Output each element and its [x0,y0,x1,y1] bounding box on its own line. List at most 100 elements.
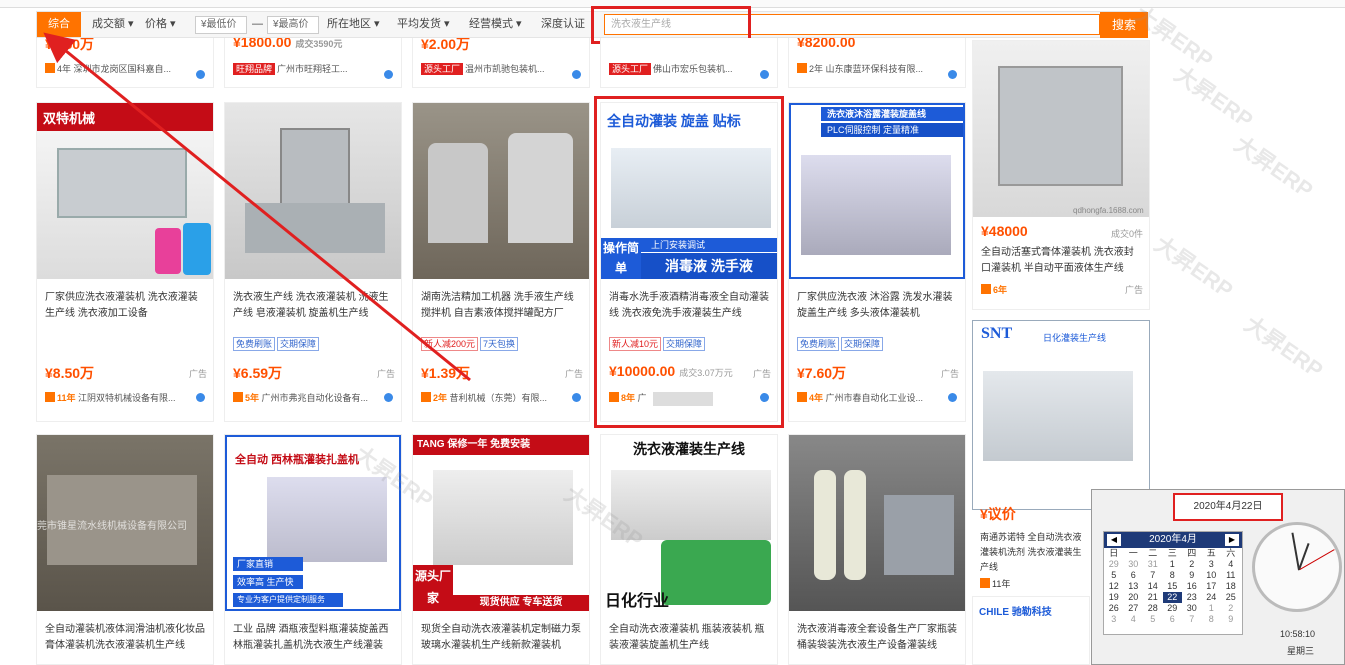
product-card[interactable]: 全自动 西林瓶灌装扎盖机 厂家直销 效率高 生产快 专业为客户提供定制服务 工业… [224,434,402,665]
search-button[interactable]: 搜索 [1100,12,1148,38]
chat-icon[interactable] [384,70,393,79]
calendar-day[interactable]: 30 [1182,603,1202,614]
calendar-day[interactable]: 28 [1143,603,1163,614]
filter-delivery[interactable]: 平均发货 ▾ [397,12,450,37]
calendar-day[interactable]: 2 [1182,559,1202,570]
shop-name[interactable]: 广州市弗兆自动化设备有... [262,393,369,403]
calendar-day[interactable]: 31 [1143,559,1163,570]
calendar-day[interactable]: 13 [1124,581,1144,592]
shop-name[interactable]: 江阴双特机械设备有限... [78,393,176,403]
product-title[interactable]: 消毒水洗手液酒精消毒液全自动灌装线 洗衣液免洗手液灌装生产线 [601,279,777,337]
chat-icon[interactable] [196,393,205,402]
calendar-day[interactable]: 8 [1202,614,1222,625]
calendar-day[interactable]: 3 [1104,614,1124,625]
product-card-highlighted[interactable]: 全自动灌装 旋盖 贴标 操作简单 上门安装调试 消毒液 洗手液 消毒水洗手液酒精… [600,102,778,422]
calendar-day[interactable]: 6 [1163,614,1183,625]
calendar-day[interactable]: 5 [1143,614,1163,625]
product-title[interactable]: 洗衣液消毒液全套设备生产厂家瓶装桶装袋装洗衣液生产设备灌装线 [789,611,965,664]
calendar-day[interactable]: 29 [1163,603,1183,614]
filter-region[interactable]: 所在地区 ▾ [327,12,380,37]
calendar-day[interactable]: 11 [1221,570,1241,581]
calendar-day[interactable]: 4 [1221,559,1241,570]
prev-month-button[interactable]: ◀ [1107,534,1121,546]
calendar-day[interactable]: 7 [1143,570,1163,581]
product-title[interactable]: 南通苏诺特 全自动洗衣液灌装机洗剂 洗衣液灌装生产线 [980,530,1090,575]
product-title[interactable]: 厂家供应洗衣液灌装机 洗衣液灌装生产线 洗衣液加工设备 [37,279,213,337]
shop-name[interactable]: 4年 深圳市龙岗区国科嘉自... [57,64,171,74]
product-info[interactable]: ¥议价 南通苏诺特 全自动洗衣液灌装机洗剂 洗衣液灌装生产线 11年 [980,504,1090,590]
shop-name[interactable]: 昔利机械（东莞）有限... [450,393,548,403]
shop-name[interactable]: 2年 山东康蓝环保科技有限... [809,64,923,74]
product-card[interactable]: 湖南洗洁精加工机器 洗手液生产线搅拌机 自吉素液体搅拌罐配方厂 新人减200元 7… [412,102,590,422]
shop-name[interactable]: 广州市旺翔轻工... [277,64,348,74]
chat-icon[interactable] [384,393,393,402]
product-image[interactable]: 洗衣液沐浴露灌装旋盖线 PLC伺服控制 定量精准 [789,103,965,279]
product-card-partial[interactable]: CHILE 驰勒科技 [972,596,1090,665]
shop-name[interactable]: 温州市凯驰包装机... [465,64,545,74]
calendar-day[interactable]: 12 [1104,581,1124,592]
chat-icon[interactable] [572,393,581,402]
product-card[interactable]: 洗衣液沐浴露灌装旋盖线 PLC伺服控制 定量精准 厂家供应洗衣液 沐浴露 洗发水… [788,102,966,422]
top-card-3[interactable]: ¥2.00万 源头工厂 温州市凯驰包装机... [412,38,590,88]
product-image[interactable]: 莞市锥星流水线机械设备有限公司 [37,435,213,611]
product-card[interactable]: TANG 保修一年 免费安装 源头厂家 现货供应 专车送货 现货全自动洗衣液灌装… [412,434,590,665]
product-image[interactable]: 全自动灌装 旋盖 贴标 操作简单 上门安装调试 消毒液 洗手液 [601,103,777,279]
chat-icon[interactable] [760,393,769,402]
min-price-input[interactable]: ¥最低价 [195,16,247,34]
calendar-day[interactable]: 30 [1124,559,1144,570]
product-title[interactable]: 厂家供应洗衣液 沐浴露 洗发水灌装旋盖生产线 多头液体灌装机 [789,279,965,337]
chat-icon[interactable] [196,70,205,79]
calendar-day[interactable]: 4 [1124,614,1144,625]
calendar-day[interactable]: 19 [1104,592,1124,603]
calendar-day[interactable]: 8 [1163,570,1183,581]
product-image[interactable]: 全自动 西林瓶灌装扎盖机 厂家直销 效率高 生产快 专业为客户提供定制服务 [225,435,401,611]
chat-icon[interactable] [948,393,957,402]
top-card-4[interactable]: 源头工厂 佛山市宏乐包装机... [600,38,778,88]
top-card-2[interactable]: ¥1800.00 成交3590元 旺翔品牌 广州市旺翔轻工... [224,38,402,88]
calendar-day[interactable]: 27 [1124,603,1144,614]
calendar-day[interactable]: 1 [1163,559,1183,570]
top-card-1[interactable]: ¥4.50万 4年 深圳市龙岗区国科嘉自... [36,38,214,88]
top-card-5[interactable]: ¥8200.00 2年 山东康蓝环保科技有限... [788,38,966,88]
calendar-day[interactable]: 24 [1202,592,1222,603]
calendar-day[interactable]: 9 [1221,614,1241,625]
chat-icon[interactable] [948,70,957,79]
sort-price[interactable]: 价格 ▾ [145,12,176,37]
product-image[interactable]: 双特机械 [37,103,213,279]
chat-icon[interactable] [760,70,769,79]
calendar-day[interactable]: 17 [1202,581,1222,592]
shop-name[interactable]: 广州市春自动化工业设... [826,393,924,403]
product-image[interactable]: qdhongfa.1688.com [973,41,1149,217]
product-card[interactable]: 洗衣液消毒液全套设备生产厂家瓶装桶装袋装洗衣液生产设备灌装线 [788,434,966,665]
product-title[interactable]: 全自动洗衣液灌装机 瓶装液装机 瓶装液灌装旋盖机生产线 [601,611,777,664]
product-image[interactable]: 洗衣液灌装生产线 日化行业 [601,435,777,611]
product-card[interactable]: 莞市锥星流水线机械设备有限公司 全自动灌装机液体润滑油机液化妆品膏体灌装机洗衣液… [36,434,214,665]
calendar-day[interactable]: 2 [1221,603,1241,614]
product-title[interactable]: 现货全自动洗衣液灌装机定制磁力泵玻璃水灌装机生产线新款灌装机 [413,611,589,664]
next-month-button[interactable]: ▶ [1225,534,1239,546]
product-title[interactable]: 全自动灌装机液体润滑油机液化妆品膏体灌装机洗衣液灌装机生产线 [37,611,213,664]
product-image[interactable]: TANG 保修一年 免费安装 源头厂家 现货供应 专车送货 [413,435,589,611]
product-card[interactable]: 洗衣液灌装生产线 日化行业 全自动洗衣液灌装机 瓶装液装机 瓶装液灌装旋盖机生产… [600,434,778,665]
chat-icon[interactable] [572,70,581,79]
shop-name[interactable]: 广 [638,393,647,403]
shop-name[interactable]: 佛山市宏乐包装机... [653,64,733,74]
calendar-day[interactable]: 26 [1104,603,1124,614]
calendar-day[interactable]: 25 [1221,592,1241,603]
filter-business-mode[interactable]: 经营模式 ▾ [469,12,522,37]
calendar-day[interactable]: 23 [1182,592,1202,603]
calendar-day[interactable]: 10 [1202,570,1222,581]
calendar-day[interactable]: 22 [1162,592,1182,603]
calendar-day[interactable]: 20 [1124,592,1144,603]
product-title[interactable]: 工业 品牌 酒瓶液型料瓶灌装旋盖西林瓶灌装扎盖机洗衣液生产线灌装 [225,611,401,664]
sort-volume[interactable]: 成交额 ▾ [92,12,134,37]
product-card[interactable]: SNT 日化灌装生产线 [972,320,1150,510]
product-title[interactable]: 湖南洗洁精加工机器 洗手液生产线搅拌机 自吉素液体搅拌罐配方厂 [413,279,589,337]
calendar-day[interactable]: 6 [1124,570,1144,581]
calendar-day[interactable]: 15 [1163,581,1183,592]
calendar-day[interactable]: 9 [1182,570,1202,581]
calendar-day[interactable]: 18 [1221,581,1241,592]
calendar-day[interactable]: 1 [1202,603,1222,614]
calendar-day[interactable]: 29 [1104,559,1124,570]
calendar-day[interactable]: 21 [1143,592,1163,603]
